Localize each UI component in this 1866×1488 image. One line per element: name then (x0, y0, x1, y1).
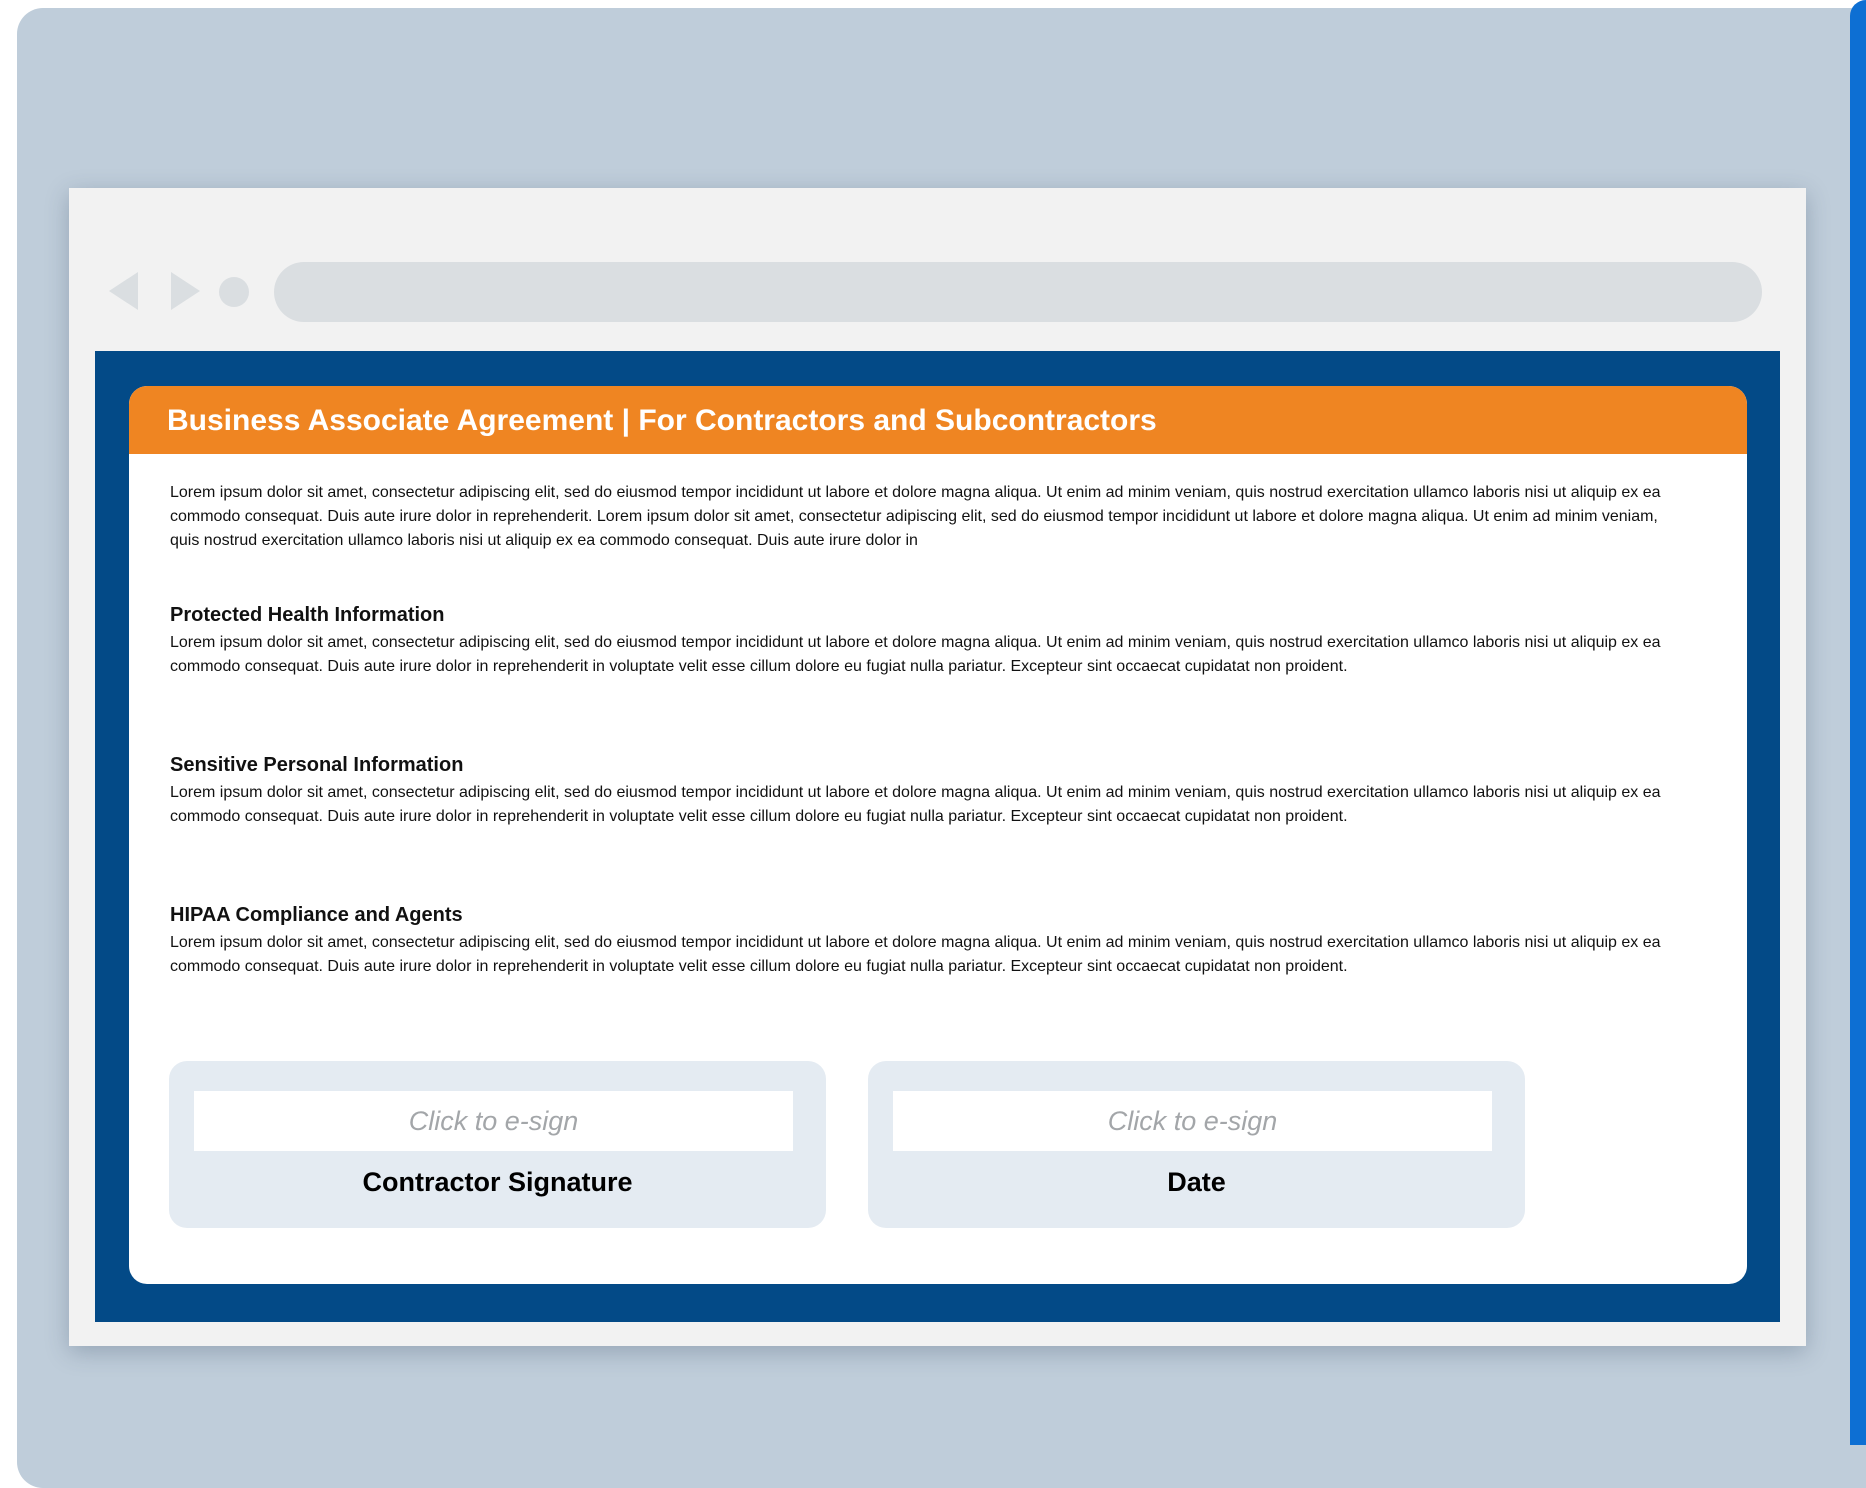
document-frame: Business Associate Agreement | For Contr… (95, 351, 1780, 1322)
section-sensitive-personal-information: Sensitive Personal Information Lorem ips… (170, 753, 1670, 829)
section-body: Lorem ipsum dolor sit amet, consectetur … (170, 784, 1661, 825)
contractor-esign-field[interactable]: Click to e-sign (194, 1091, 793, 1151)
back-arrow-icon[interactable] (109, 272, 138, 310)
section-body: Lorem ipsum dolor sit amet, consectetur … (170, 934, 1661, 975)
page-title: Business Associate Agreement | For Contr… (167, 404, 1157, 437)
contractor-signature-box: Click to e-sign Contractor Signature (169, 1061, 826, 1228)
forward-arrow-icon[interactable] (171, 272, 200, 310)
section-protected-health-information: Protected Health Information Lorem ipsum… (170, 603, 1670, 679)
agreement-card: Business Associate Agreement | For Contr… (129, 386, 1747, 1284)
section-body: Lorem ipsum dolor sit amet, consectetur … (170, 634, 1661, 675)
reload-dot-icon[interactable] (219, 277, 249, 307)
intro-paragraph: Lorem ipsum dolor sit amet, consectetur … (170, 484, 1661, 549)
section-heading: HIPAA Compliance and Agents (170, 904, 463, 926)
contractor-signature-label: Contractor Signature (362, 1167, 633, 1197)
section-heading: Sensitive Personal Information (170, 754, 464, 776)
address-bar[interactable] (274, 262, 1762, 322)
date-label: Date (1167, 1167, 1226, 1197)
section-hipaa-compliance: HIPAA Compliance and Agents Lorem ipsum … (170, 903, 1670, 979)
date-signature-box: Click to e-sign Date (868, 1061, 1525, 1228)
right-accent-strip (1850, 0, 1866, 1445)
agreement-header: Business Associate Agreement | For Contr… (129, 386, 1747, 454)
section-heading: Protected Health Information (170, 604, 445, 626)
date-esign-field[interactable]: Click to e-sign (893, 1091, 1492, 1151)
browser-window: Business Associate Agreement | For Contr… (69, 188, 1806, 1346)
